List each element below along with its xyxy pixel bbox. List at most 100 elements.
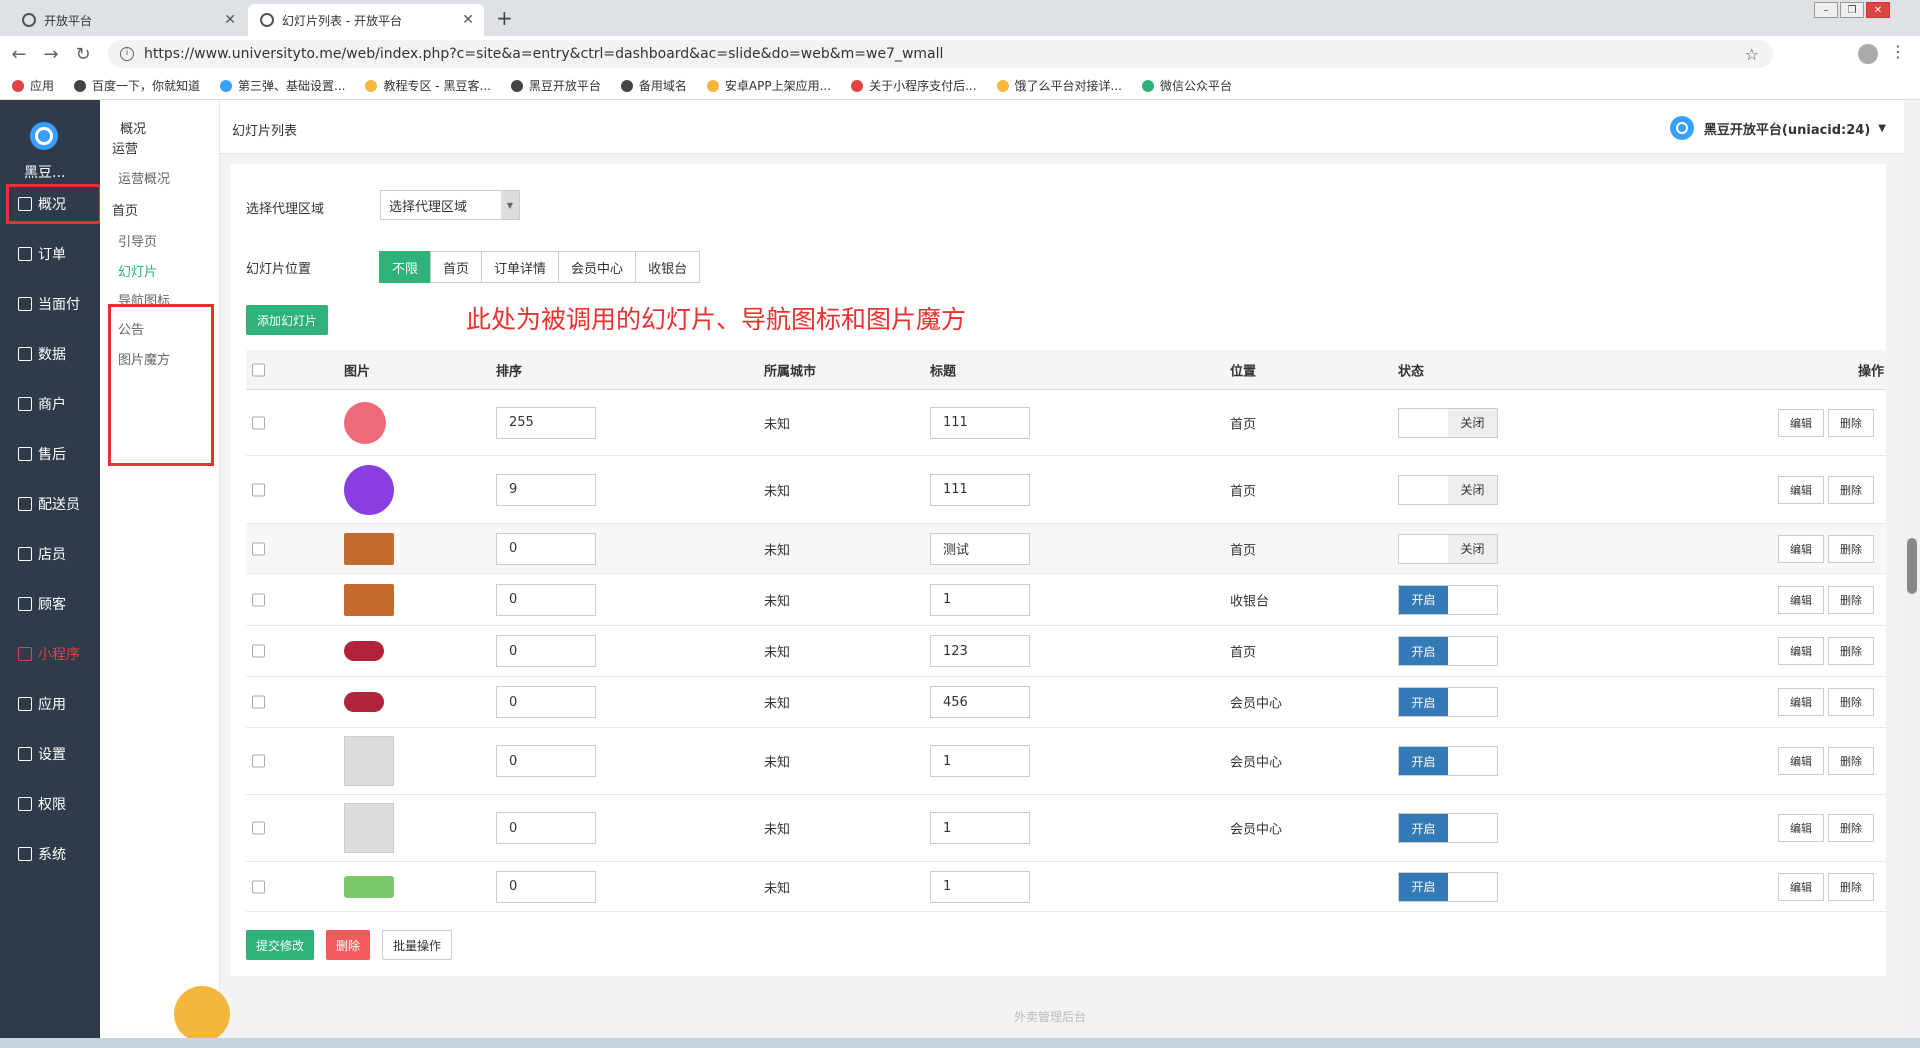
- bookmark-item[interactable]: 应用: [12, 77, 54, 94]
- chevron-down-icon[interactable]: ▼: [501, 191, 519, 219]
- sidebar-item-miniapp[interactable]: 小程序: [0, 634, 100, 674]
- sidebar-item-system[interactable]: 系统: [0, 834, 100, 874]
- row-checkbox[interactable]: [252, 483, 265, 496]
- bookmark-item[interactable]: 备用域名: [620, 77, 687, 94]
- position-filter-4[interactable]: 收银台: [635, 251, 701, 283]
- toggle-right[interactable]: [1448, 688, 1497, 716]
- url-text[interactable]: https://www.universityto.me/web/index.ph…: [144, 46, 943, 62]
- position-filter-2[interactable]: 订单详情: [481, 251, 560, 283]
- sidebar-item-store[interactable]: 商户: [0, 384, 100, 424]
- bookmark-label[interactable]: 教程专区 - 黑豆客...: [383, 77, 490, 94]
- order-input[interactable]: 0: [496, 532, 596, 565]
- browser-tab-active[interactable]: 幻灯片列表 - 开放平台 ✕: [248, 4, 484, 36]
- bookmark-label[interactable]: 饿了么平台对接详...: [1015, 77, 1122, 94]
- delete-button[interactable]: 删除: [1828, 814, 1874, 842]
- close-tab-icon[interactable]: ✕: [224, 12, 236, 28]
- batch-delete-button[interactable]: 删除: [326, 930, 371, 960]
- toggle-left[interactable]: 开启: [1399, 814, 1448, 842]
- title-input[interactable]: 111: [930, 473, 1030, 506]
- user-name[interactable]: 黑豆开放平台(uniacid:24): [1704, 119, 1870, 138]
- order-input[interactable]: 0: [496, 583, 596, 616]
- page-scrollbar[interactable]: [1904, 100, 1920, 1048]
- profile-avatar[interactable]: [1858, 44, 1878, 64]
- status-toggle[interactable]: 关闭: [1398, 407, 1498, 438]
- row-checkbox[interactable]: [252, 754, 265, 768]
- chevron-down-icon[interactable]: ▼: [1878, 123, 1886, 134]
- info-icon[interactable]: i: [120, 47, 134, 61]
- delete-button[interactable]: 删除: [1828, 534, 1874, 563]
- select-all-checkbox[interactable]: [252, 363, 265, 376]
- menu-icon[interactable]: ⋮: [1890, 42, 1906, 61]
- toggle-right[interactable]: [1448, 814, 1497, 842]
- row-checkbox[interactable]: [252, 644, 265, 658]
- sidebar-item-pay[interactable]: 当面付: [0, 284, 100, 324]
- back-icon[interactable]: ←: [6, 44, 32, 65]
- row-checkbox[interactable]: [252, 416, 265, 429]
- toggle-right[interactable]: [1448, 873, 1497, 901]
- title-input[interactable]: 123: [930, 635, 1030, 667]
- bookmark-item[interactable]: 饿了么平台对接详...: [996, 77, 1122, 94]
- reload-icon[interactable]: ↻: [70, 44, 96, 65]
- delete-button[interactable]: 删除: [1828, 872, 1874, 901]
- toggle-right[interactable]: 关闭: [1448, 408, 1497, 437]
- delete-button[interactable]: 删除: [1828, 475, 1874, 504]
- bookmark-label[interactable]: 微信公众平台: [1160, 77, 1232, 94]
- bookmark-label[interactable]: 备用域名: [639, 77, 687, 94]
- status-toggle[interactable]: 开启: [1398, 871, 1498, 902]
- edit-button[interactable]: 编辑: [1778, 637, 1824, 665]
- toggle-left[interactable]: [1399, 535, 1448, 563]
- toggle-right[interactable]: 关闭: [1448, 475, 1497, 504]
- toggle-left[interactable]: [1399, 409, 1448, 437]
- status-toggle[interactable]: 开启: [1398, 584, 1498, 615]
- scroll-thumb[interactable]: [1907, 538, 1917, 594]
- edit-button[interactable]: 编辑: [1778, 814, 1824, 842]
- toggle-left[interactable]: 开启: [1399, 688, 1448, 716]
- url-bar[interactable]: i https://www.universityto.me/web/index.…: [108, 40, 1773, 68]
- window-close-icon[interactable]: ✕: [1866, 2, 1890, 18]
- sidebar-item-courier[interactable]: 配送员: [0, 484, 100, 524]
- new-tab-icon[interactable]: +: [496, 6, 513, 30]
- subnav-item-slides[interactable]: 幻灯片: [118, 261, 157, 280]
- row-checkbox[interactable]: [252, 593, 265, 606]
- edit-button[interactable]: 编辑: [1778, 408, 1824, 437]
- sidebar-item-customer[interactable]: 顾客: [0, 584, 100, 624]
- status-toggle[interactable]: 开启: [1398, 746, 1498, 776]
- bookmark-item[interactable]: 黑豆开放平台: [510, 77, 601, 94]
- region-select[interactable]: 选择代理区域 ▼: [380, 190, 520, 220]
- bookmark-item[interactable]: 安卓APP上架应用...: [706, 77, 831, 94]
- user-menu[interactable]: 黑豆开放平台(uniacid:24) ▼: [1669, 116, 1886, 140]
- title-input[interactable]: 1: [930, 745, 1030, 777]
- sidebar-item-permission[interactable]: 权限: [0, 784, 100, 824]
- toggle-right[interactable]: [1448, 747, 1497, 775]
- title-input[interactable]: 测试: [930, 532, 1030, 565]
- edit-button[interactable]: 编辑: [1778, 688, 1824, 716]
- bookmark-label[interactable]: 安卓APP上架应用...: [725, 77, 831, 94]
- bookmark-item[interactable]: 第三弹、基础设置...: [220, 77, 345, 94]
- sidebar-item-data[interactable]: 数据: [0, 334, 100, 374]
- toggle-left[interactable]: 开启: [1399, 747, 1448, 775]
- row-checkbox[interactable]: [252, 695, 265, 709]
- bookmark-label[interactable]: 第三弹、基础设置...: [238, 77, 345, 94]
- position-filter-1[interactable]: 首页: [430, 251, 483, 283]
- browser-tab[interactable]: 开放平台 ✕: [10, 4, 246, 36]
- edit-button[interactable]: 编辑: [1778, 534, 1824, 563]
- order-input[interactable]: 9: [496, 473, 596, 506]
- order-input[interactable]: 0: [496, 686, 596, 718]
- status-toggle[interactable]: 开启: [1398, 687, 1498, 717]
- bookmark-label[interactable]: 应用: [30, 77, 54, 94]
- delete-button[interactable]: 删除: [1828, 637, 1874, 665]
- edit-button[interactable]: 编辑: [1778, 747, 1824, 775]
- delete-button[interactable]: 删除: [1828, 747, 1874, 775]
- toggle-left[interactable]: 开启: [1399, 585, 1448, 614]
- submit-button[interactable]: 提交修改: [246, 930, 315, 960]
- order-input[interactable]: 0: [496, 812, 596, 844]
- edit-button[interactable]: 编辑: [1778, 872, 1824, 901]
- toggle-right[interactable]: [1448, 586, 1497, 614]
- status-toggle[interactable]: 开启: [1398, 636, 1498, 666]
- bookmark-item[interactable]: 教程专区 - 黑豆客...: [365, 77, 491, 94]
- title-input[interactable]: 111: [930, 406, 1030, 439]
- batch-operation-button[interactable]: 批量操作: [382, 930, 453, 960]
- sidebar-item-clerk[interactable]: 店员: [0, 534, 100, 574]
- order-input[interactable]: 0: [496, 870, 596, 903]
- delete-button[interactable]: 删除: [1828, 585, 1874, 614]
